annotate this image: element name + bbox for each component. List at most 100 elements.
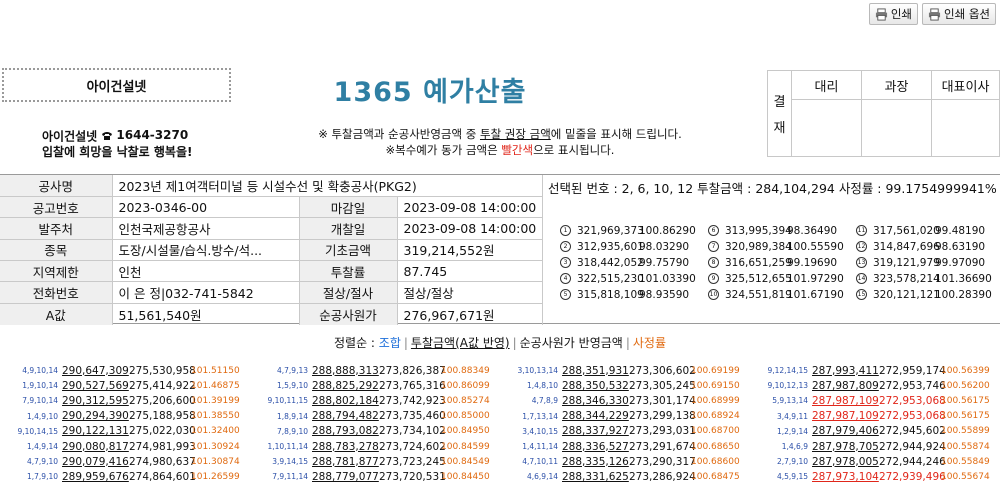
result-row[interactable]: 1,4,9,14 290,080,817 274,981,993 101.30924 [0,439,250,454]
result-net-cost-amount: 275,206,600 [129,394,196,407]
info-row: 공사명 2023년 제1여객터미널 등 시설수선 및 확충공사(PKG2) [0,175,544,197]
result-row[interactable]: 1,5,9,10 288,825,292 273,765,316 100.86099 [250,378,500,393]
approval-sign-cell[interactable] [931,99,1000,157]
info-row: 전화번호 이 은 정|032-741-5842 절상/절사 절상/절상 [0,281,544,304]
result-rate: 101.39199 [191,395,240,406]
result-row[interactable]: 1,8,9,14 288,794,482 273,735,460 100.85000 [250,409,500,424]
price-combination-item[interactable]: 9 325,512,655 101.97290 [708,271,856,286]
print-button[interactable]: 인쇄 [868,3,919,25]
approval-sign-cell[interactable] [861,99,932,157]
result-net-cost-amount: 273,290,317 [629,455,696,468]
result-net-cost-amount: 273,305,245 [629,379,696,392]
result-combination: 1,4,6,9 [781,442,808,452]
price-combination-grid: 1 321,969,373 100.86290 6 313,995,394 98.3649… [560,223,1000,302]
result-row[interactable]: 9,10,11,15 288,802,184 273,742,923 100.8527… [250,393,500,408]
result-combination: 3,4,9,11 [776,411,808,421]
result-row[interactable]: 3,4,9,11 287,987,109 272,953,068 100.56175 [750,409,1000,424]
combination-amount: 316,651,259 [725,256,792,269]
approval-sign-cell[interactable] [791,99,862,157]
price-combination-item[interactable]: 2 312,935,601 98.03290 [560,239,708,254]
approval-label: 결재 [767,70,792,157]
result-row[interactable]: 1,4,11,14 288,336,527 273,291,674 100.68650 [500,439,750,454]
sort-by-bid-amount[interactable]: 투찰금액(A값 반영) [411,336,510,350]
result-rate: 100.56175 [941,411,990,422]
print-options-button[interactable]: 인쇄 옵션 [922,3,996,25]
result-row[interactable]: 1,7,13,14 288,344,229 273,299,138 100.68924 [500,409,750,424]
result-bid-amount: 288,346,330 [562,394,629,407]
result-rate: 100.86099 [441,380,490,391]
result-bid-amount: 287,973,104 [812,470,879,483]
price-combination-item[interactable]: 13 319,121,979 99.97090 [856,255,1000,270]
combination-number: 4 [560,273,571,284]
result-rate: 100.56399 [941,365,990,376]
sort-by-combination[interactable]: 조합 [379,336,401,350]
result-row[interactable]: 9,12,14,15 287,993,411 272,959,174 100.5639… [750,363,1000,378]
result-row[interactable]: 5,9,13,14 287,987,109 272,953,068 100.56175 [750,393,1000,408]
price-combination-item[interactable]: 14 323,578,214 101.36690 [856,271,1000,286]
result-row[interactable]: 4,9,10,14 290,647,309 275,530,958 101.51150 [0,363,250,378]
price-combination-item[interactable]: 5 315,818,109 98.93590 [560,287,708,302]
result-row[interactable]: 4,7,9,13 288,888,313 273,826,387 100.88349 [250,363,500,378]
result-net-cost-amount: 273,720,531 [379,470,446,483]
result-bid-amount: 287,987,109 [812,394,879,407]
result-rate: 101.32400 [191,426,240,437]
info-label: 발주처 [0,217,113,240]
result-net-cost-amount: 273,299,138 [629,410,696,423]
result-row[interactable]: 9,10,14,15 290,122,131 275,022,030 101.3240… [0,424,250,439]
result-net-cost-amount: 272,953,068 [879,410,946,423]
result-net-cost-amount: 273,723,245 [379,455,446,468]
result-row[interactable]: 4,6,9,14 288,331,625 273,286,924 100.68475 [500,469,750,484]
result-row[interactable]: 3,10,13,14 288,351,931 273,306,602 100.6919… [500,363,750,378]
result-row[interactable]: 1,4,9,10 290,294,390 275,188,958 101.38550 [0,409,250,424]
info-label: 투찰률 [299,260,398,283]
price-combination-item[interactable]: 10 324,551,819 101.67190 [708,287,856,302]
combination-rate: 101.67190 [787,288,844,301]
result-row[interactable]: 1,10,11,14 288,783,278 273,724,602 100.8459… [250,439,500,454]
result-row[interactable]: 7,8,9,10 288,793,082 273,734,102 100.84950 [250,424,500,439]
sort-by-net-cost[interactable]: 순공사원가 반영금액 [520,336,623,350]
result-net-cost-amount: 275,414,922 [129,379,196,392]
result-row[interactable]: 9,10,12,13 287,987,809 272,953,746 100.5620… [750,378,1000,393]
combination-amount: 312,935,601 [577,240,644,253]
result-row[interactable]: 1,2,9,14 287,979,406 272,945,602 100.55899 [750,424,1000,439]
result-net-cost-amount: 273,301,174 [629,394,696,407]
price-combination-item[interactable]: 4 322,515,230 101.03390 [560,271,708,286]
result-row[interactable]: 1,9,10,14 290,527,569 275,414,922 101.46875 [0,378,250,393]
result-row[interactable]: 3,4,10,15 288,337,927 273,293,031 100.68700 [500,424,750,439]
result-net-cost-amount: 273,724,602 [379,440,446,453]
price-combination-item[interactable]: 7 320,989,384 100.55590 [708,239,856,254]
result-combination: 7,8,9,10 [276,426,308,436]
price-combination-item[interactable]: 12 314,847,696 98.63190 [856,239,1000,254]
result-row[interactable]: 1,4,6,9 287,978,705 272,944,924 100.55874 [750,439,1000,454]
result-row[interactable]: 1,4,8,10 288,350,532 273,305,245 100.69150 [500,378,750,393]
result-row[interactable]: 7,9,10,14 290,312,595 275,206,600 101.39199 [0,393,250,408]
result-row[interactable]: 3,9,14,15 288,781,877 273,723,245 100.84549 [250,454,500,469]
result-rate: 100.68924 [691,411,740,422]
price-combination-item[interactable]: 6 313,995,394 98.36490 [708,223,856,238]
info-value: 276,967,671원 [397,303,544,325]
price-combination-item[interactable]: 3 318,442,052 99.75790 [560,255,708,270]
price-combination-item[interactable]: 1 321,969,373 100.86290 [560,223,708,238]
result-row[interactable]: 4,7,8,9 288,346,330 273,301,174 100.68999 [500,393,750,408]
result-row[interactable]: 7,9,11,14 288,779,077 273,720,531 100.84450 [250,469,500,484]
result-row[interactable]: 4,7,10,11 288,335,126 273,290,317 100.68600 [500,454,750,469]
info-label: A값 [0,303,113,325]
result-combination: 3,9,14,15 [272,457,308,467]
result-net-cost-amount: 272,944,924 [879,440,946,453]
price-combination-item[interactable]: 11 317,561,020 99.48190 [856,223,1000,238]
result-row[interactable]: 2,7,9,10 287,978,005 272,944,246 100.55849 [750,454,1000,469]
result-rate: 100.55674 [941,471,990,482]
result-row[interactable]: 1,7,9,10 289,959,676 274,864,601 101.26599 [0,469,250,484]
result-combination: 1,4,8,10 [526,381,558,391]
result-net-cost-amount: 272,953,068 [879,394,946,407]
result-row[interactable]: 4,7,9,10 290,079,416 274,980,637 101.30874 [0,454,250,469]
info-label: 순공사원가 [299,303,398,325]
result-row[interactable]: 4,5,9,15 287,973,104 272,939,496 100.55674 [750,469,1000,484]
sort-by-rate[interactable]: 사정률 [633,336,666,350]
result-rate: 101.46875 [191,380,240,391]
result-rate: 100.88349 [441,365,490,376]
combination-number: 14 [856,273,867,284]
combination-amount: 320,989,384 [725,240,792,253]
price-combination-item[interactable]: 15 320,121,121 100.28390 [856,287,1000,302]
price-combination-item[interactable]: 8 316,651,259 99.19690 [708,255,856,270]
